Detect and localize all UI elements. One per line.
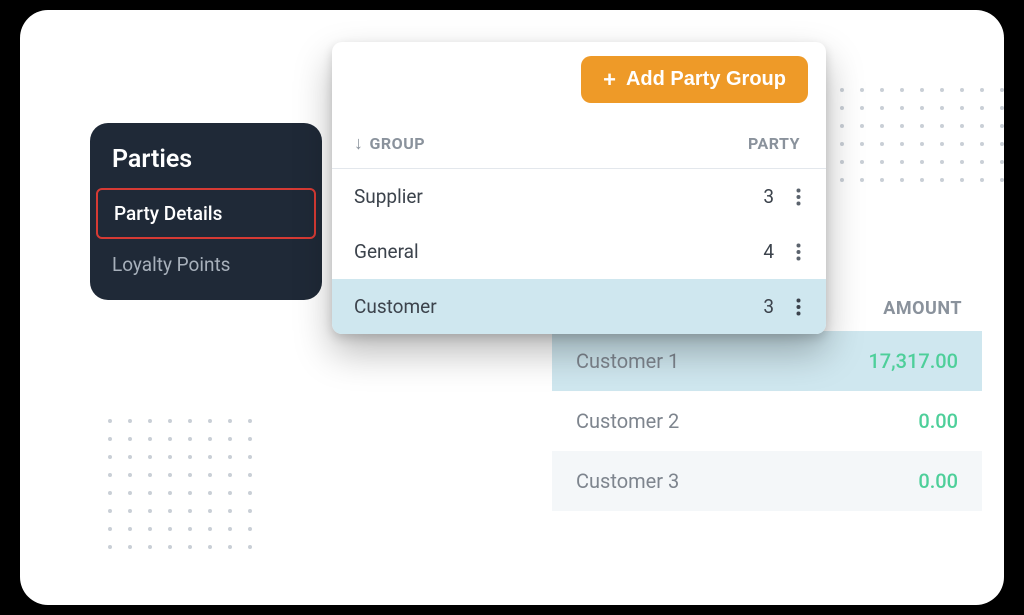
group-name: Customer [354, 295, 716, 318]
customer-name: Customer 1 [576, 349, 679, 373]
customer-name: Customer 2 [576, 409, 679, 433]
sidebar-item-party-details[interactable]: Party Details [96, 188, 316, 239]
group-column-header[interactable]: GROUP [370, 134, 426, 153]
add-party-group-label: Add Party Group [626, 68, 786, 91]
customer-amount: 0.00 [918, 469, 958, 493]
party-column-header[interactable]: PARTY [710, 134, 800, 153]
decorative-dots-top [840, 88, 1004, 182]
group-name: Supplier [354, 185, 716, 208]
customer-amount: 0.00 [918, 409, 958, 433]
party-groups-panel: + Add Party Group ↓ GROUP PARTY Supplier… [332, 42, 826, 334]
decorative-dots-bottom [108, 419, 252, 549]
sidebar-title: Parties [90, 139, 322, 188]
sort-descending-icon[interactable]: ↓ [354, 133, 364, 154]
group-row-customer[interactable]: Customer 3 [332, 279, 826, 334]
group-party-count: 4 [716, 240, 780, 263]
group-party-count: 3 [716, 185, 780, 208]
group-name: General [354, 240, 716, 263]
app-canvas: AMOUNT Customer 1 17,317.00 Customer 2 0… [20, 10, 1004, 605]
sidebar-item-loyalty-points[interactable]: Loyalty Points [90, 239, 322, 290]
more-options-icon[interactable] [780, 188, 816, 206]
more-options-icon[interactable] [780, 243, 816, 261]
group-party-count: 3 [716, 295, 780, 318]
customer-row[interactable]: Customer 1 17,317.00 [552, 331, 982, 391]
customer-name: Customer 3 [576, 469, 679, 493]
sidebar-parties: Parties Party Details Loyalty Points [90, 123, 322, 300]
plus-icon: + [603, 69, 616, 91]
groups-table-header: ↓ GROUP PARTY [332, 111, 826, 169]
customer-row[interactable]: Customer 3 0.00 [552, 451, 982, 511]
amount-column-header: AMOUNT [883, 298, 962, 319]
more-options-icon[interactable] [780, 298, 816, 316]
group-row-general[interactable]: General 4 [332, 224, 826, 279]
customer-row[interactable]: Customer 2 0.00 [552, 391, 982, 451]
group-row-supplier[interactable]: Supplier 3 [332, 169, 826, 224]
customer-amount: 17,317.00 [868, 349, 958, 373]
add-party-group-button[interactable]: + Add Party Group [581, 56, 808, 103]
